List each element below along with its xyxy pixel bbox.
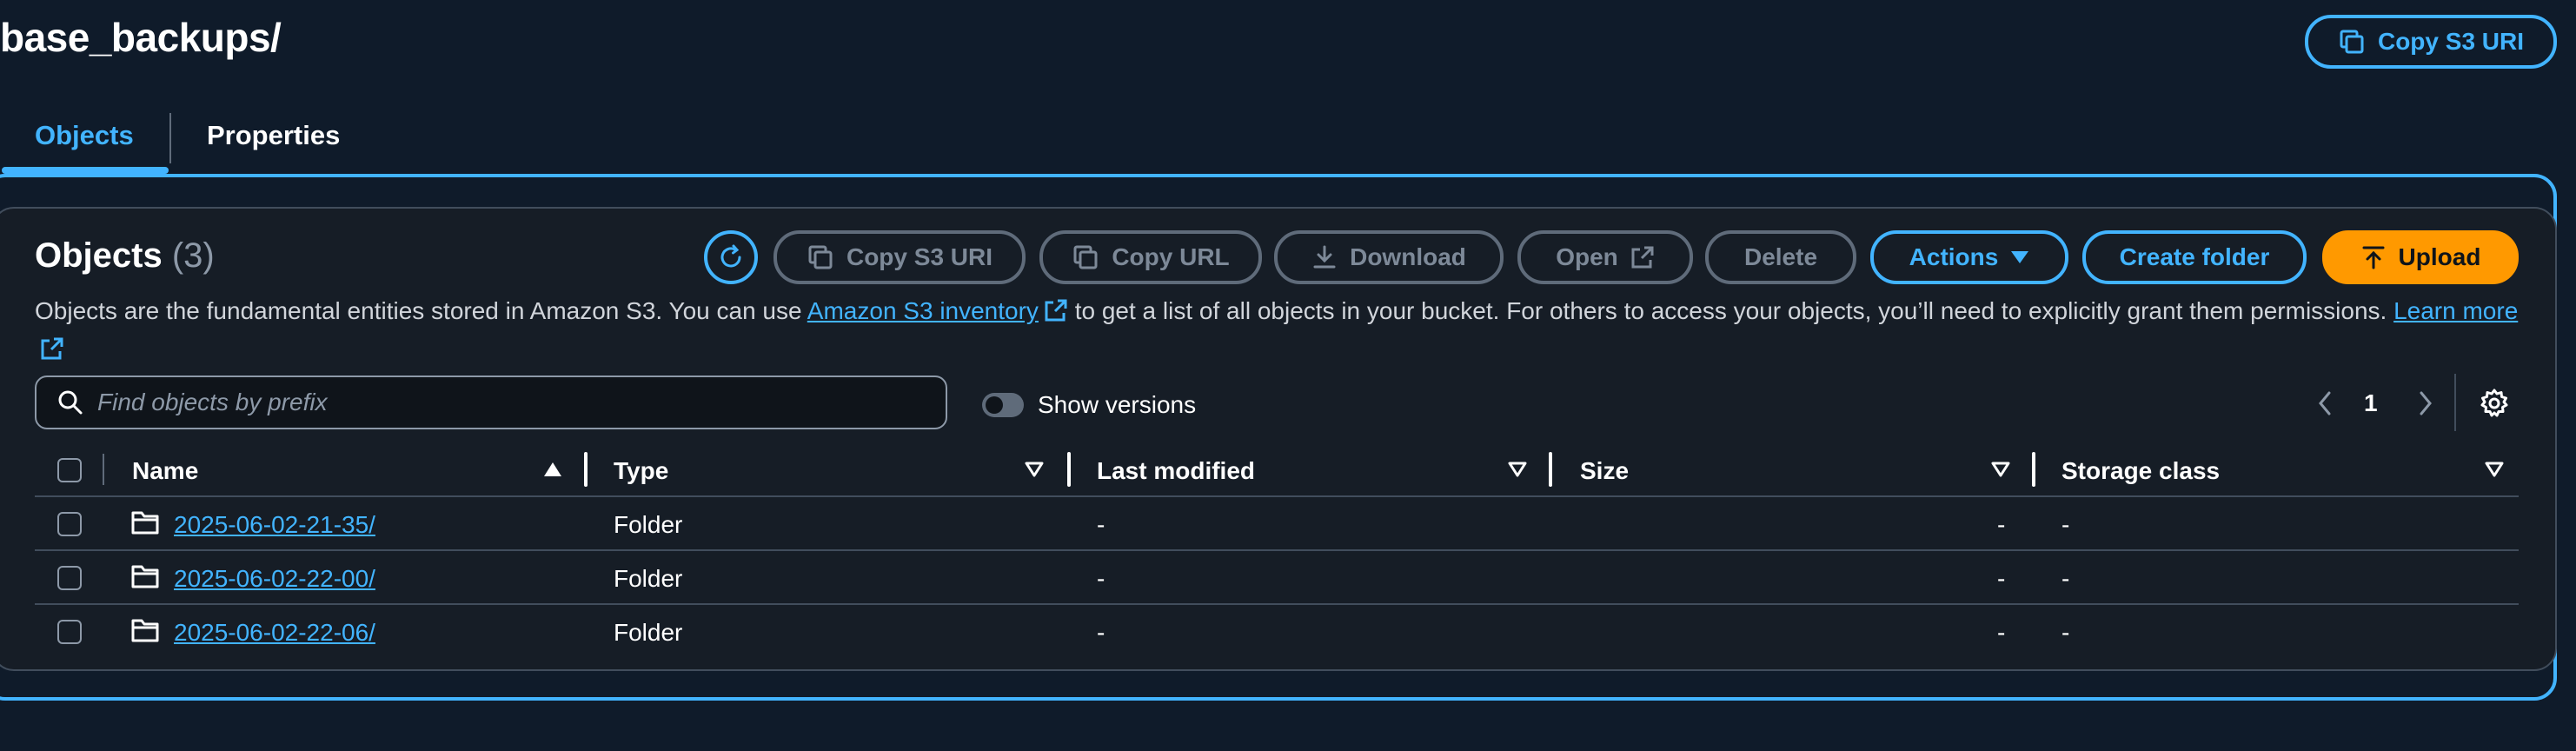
object-storage-class: -	[2061, 565, 2070, 592]
arrow-up-icon	[2360, 244, 2387, 270]
copy-s3-uri-button[interactable]: Copy S3 URI	[773, 230, 1026, 284]
object-name[interactable]: 2025-06-02-22-06/	[174, 619, 375, 646]
object-size: -	[1997, 565, 2006, 592]
sort-ascending-icon[interactable]	[542, 461, 563, 482]
refresh-button[interactable]	[704, 230, 758, 284]
object-name[interactable]: 2025-06-02-21-35/	[174, 511, 375, 538]
object-type: Folder	[614, 511, 683, 538]
tab-objects[interactable]: Objects	[35, 120, 134, 151]
external-link-icon	[40, 336, 64, 370]
upload-label: Upload	[2398, 243, 2481, 270]
search-input[interactable]	[96, 388, 933, 417]
object-last-modified: -	[1097, 511, 1105, 538]
external-link-icon	[1044, 297, 1068, 332]
external-link-icon	[1630, 245, 1655, 269]
sort-descending-icon[interactable]	[1990, 461, 2011, 482]
object-name-link[interactable]: 2025-06-02-22-00/	[174, 565, 375, 593]
objects-count: (3)	[171, 236, 215, 275]
column-resizer[interactable]	[584, 452, 588, 487]
actions-dropdown-button[interactable]: Actions	[1870, 230, 2068, 284]
header-copy-s3-uri-label: Copy S3 URI	[2377, 28, 2525, 55]
tab-properties[interactable]: Properties	[207, 120, 340, 151]
column-header-last-modified[interactable]: Last modified	[1097, 457, 1255, 485]
column-header-storage-class[interactable]: Storage class	[2061, 457, 2220, 485]
caret-down-icon	[2010, 249, 2029, 265]
tab-divider	[169, 113, 171, 163]
download-button[interactable]: Download	[1274, 230, 1504, 284]
header-copy-s3-uri-button[interactable]: Copy S3 URI	[2305, 15, 2557, 69]
row-checkbox[interactable]	[57, 566, 82, 590]
delete-label: Delete	[1743, 243, 1818, 270]
sort-descending-icon[interactable]	[2484, 461, 2505, 482]
learn-more-link[interactable]: Learn more	[2393, 297, 2518, 324]
copy-icon	[1072, 243, 1099, 271]
object-last-modified: -	[1097, 565, 1105, 592]
current-page-number[interactable]: 1	[2364, 389, 2378, 417]
column-header-name[interactable]: Name	[132, 457, 198, 485]
copy-url-button[interactable]: Copy URL	[1039, 230, 1262, 284]
show-versions-label: Show versions	[1038, 391, 1197, 418]
previous-page-button[interactable]	[2312, 388, 2340, 419]
description-text-1: Objects are the fundamental entities sto…	[35, 297, 807, 324]
gear-icon[interactable]	[2479, 388, 2510, 423]
search-box	[35, 376, 947, 429]
copy-icon	[2338, 28, 2366, 56]
column-resizer[interactable]	[2032, 452, 2035, 487]
column-resizer[interactable]	[1067, 452, 1071, 487]
upload-button[interactable]: Upload	[2322, 230, 2519, 284]
sort-descending-icon[interactable]	[1507, 461, 1528, 482]
select-all-checkbox[interactable]	[57, 458, 82, 482]
search-icon	[57, 389, 83, 415]
page-title: base_backups/	[0, 15, 282, 60]
create-folder-button[interactable]: Create folder	[2082, 230, 2307, 284]
create-folder-label: Create folder	[2119, 243, 2270, 270]
delete-button[interactable]: Delete	[1705, 230, 1856, 284]
column-header-size[interactable]: Size	[1580, 457, 1629, 485]
s3-inventory-link[interactable]: Amazon S3 inventory	[807, 297, 1039, 324]
download-icon	[1311, 244, 1338, 270]
download-label: Download	[1350, 243, 1466, 270]
object-name[interactable]: 2025-06-02-22-00/	[174, 565, 375, 592]
column-separator	[103, 454, 104, 485]
row-checkbox[interactable]	[57, 512, 82, 536]
object-storage-class: -	[2061, 619, 2070, 646]
actions-label: Actions	[1909, 243, 1999, 270]
object-type: Folder	[614, 619, 683, 646]
s3-folder-page: base_backups/ Copy S3 URI Objects Proper…	[0, 0, 2576, 751]
header-divider	[35, 495, 2519, 497]
row-divider	[35, 603, 2519, 605]
copy-icon	[807, 243, 834, 271]
show-versions-toggle[interactable]	[982, 393, 1024, 417]
toggle-knob	[986, 396, 1003, 414]
objects-description: Objects are the fundamental entities sto…	[35, 294, 2529, 370]
object-size: -	[1997, 619, 2006, 646]
open-label: Open	[1556, 243, 1618, 270]
object-size: -	[1997, 511, 2006, 538]
objects-heading-text: Objects	[35, 236, 163, 275]
column-resizer[interactable]	[1549, 452, 1552, 487]
pager-divider	[2454, 374, 2456, 431]
tab-bar: Objects Properties	[0, 103, 2576, 177]
active-tab-indicator	[2, 167, 169, 174]
object-name-link[interactable]: 2025-06-02-21-35/	[174, 511, 375, 539]
object-storage-class: -	[2061, 511, 2070, 538]
copy-url-label: Copy URL	[1112, 243, 1230, 270]
object-type: Folder	[614, 565, 683, 592]
folder-icon	[130, 509, 160, 540]
object-last-modified: -	[1097, 619, 1105, 646]
sort-descending-icon[interactable]	[1024, 461, 1045, 482]
row-checkbox[interactable]	[57, 620, 82, 644]
next-page-button[interactable]	[2411, 388, 2439, 419]
row-divider	[35, 549, 2519, 551]
folder-icon	[130, 617, 160, 648]
column-header-type[interactable]: Type	[614, 457, 668, 485]
object-name-link[interactable]: 2025-06-02-22-06/	[174, 619, 375, 647]
folder-icon	[130, 563, 160, 594]
objects-heading: Objects (3)	[35, 236, 215, 276]
open-button[interactable]: Open	[1517, 230, 1693, 284]
copy-s3-uri-label: Copy S3 URI	[846, 243, 993, 270]
description-text-2: to get a list of all objects in your buc…	[1067, 297, 2394, 324]
refresh-icon	[716, 243, 746, 272]
